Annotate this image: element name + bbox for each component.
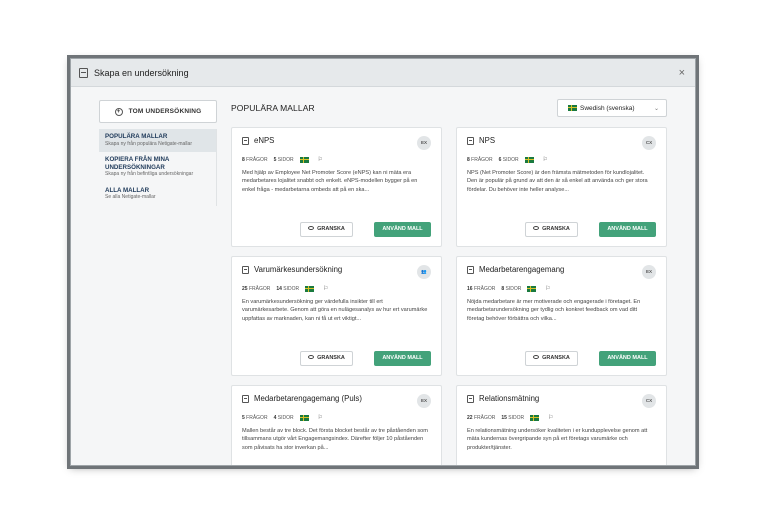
review-button[interactable]: GRANSKA: [300, 351, 353, 366]
question-count: 16: [467, 285, 473, 292]
review-button[interactable]: GRANSKA: [300, 222, 353, 237]
flag-marker-icon: ⚐: [545, 286, 551, 292]
card-title: Relationsmätning: [479, 394, 540, 403]
sidebar-menu: POPULÄRA MALLAR Skapa ny från populära N…: [99, 129, 217, 206]
blank-survey-label: TOM UNDERSÖKNING: [128, 108, 202, 115]
category-badge: CX: [642, 394, 656, 408]
template-card-nps: NPS CX 8 FRÅGOR 6 SIDOR ⚐ NPS (Net Promo…: [456, 127, 667, 247]
page-count: 6: [498, 156, 502, 163]
page-count: 4: [273, 414, 277, 421]
swedish-flag-icon: [530, 414, 540, 421]
modal-body: + TOM UNDERSÖKNING POPULÄRA MALLAR Skapa…: [71, 87, 695, 465]
eye-icon: [308, 354, 315, 359]
eye-icon: [533, 354, 540, 359]
document-icon: [467, 136, 474, 145]
swedish-flag-icon: [568, 105, 577, 111]
document-icon: [242, 394, 249, 403]
page-count: 15: [501, 414, 507, 421]
category-badge: EX: [642, 265, 656, 279]
sidebar-item-subtitle: Skapa ny från populära Netigate-mallar: [105, 140, 192, 147]
document-icon: [467, 265, 474, 274]
card-description: En relationsmätning undersöker kvalitete…: [467, 428, 648, 451]
card-meta: 25 FRÅGOR 14 SIDOR ⚐: [242, 285, 329, 292]
swedish-flag-icon: [299, 414, 309, 421]
document-icon: [467, 394, 474, 403]
swedish-flag-icon: [524, 156, 534, 163]
eye-icon: [533, 225, 540, 230]
card-description: Nöjda medarbetare är mer motiverade och …: [467, 299, 641, 322]
blank-survey-button[interactable]: + TOM UNDERSÖKNING: [99, 100, 217, 123]
use-template-button[interactable]: ANVÄND MALL: [599, 222, 656, 237]
card-title: Varumärkesundersökning: [254, 265, 343, 274]
card-description: Mallen består av tre block. Det första b…: [242, 428, 428, 451]
sidebar-item-all-templates[interactable]: ALLA MALLAR Se alla Netigate-mallar: [99, 183, 216, 206]
page-count: 5: [273, 156, 277, 163]
sidebar-item-title: KOPIERA FRÅN MINA UNDERSÖKNINGAR: [105, 156, 170, 171]
review-button[interactable]: GRANSKA: [525, 351, 578, 366]
card-meta: 22 FRÅGOR 15 SIDOR ⚐: [467, 414, 554, 421]
question-count: 22: [467, 414, 473, 421]
use-template-button[interactable]: ANVÄND MALL: [599, 351, 656, 366]
question-count: 25: [242, 285, 248, 292]
document-icon: [242, 136, 249, 145]
category-badge: CX: [642, 136, 656, 150]
chevron-down-icon: ⌄: [653, 105, 659, 112]
section-title: POPULÄRA MALLAR: [231, 103, 315, 113]
review-button[interactable]: GRANSKA: [525, 222, 578, 237]
sidebar-item-title: POPULÄRA MALLAR: [105, 133, 168, 140]
use-template-button[interactable]: ANVÄND MALL: [374, 351, 431, 366]
sidebar-item-popular-templates[interactable]: POPULÄRA MALLAR Skapa ny från populära N…: [99, 129, 216, 152]
sidebar-item-subtitle: Skapa ny från befintliga undersökningar: [105, 171, 194, 177]
swedish-flag-icon: [527, 285, 537, 292]
category-badge: EX: [417, 394, 431, 408]
flag-marker-icon: ⚐: [548, 415, 554, 421]
card-meta: 8 FRÅGOR 6 SIDOR ⚐: [467, 156, 548, 163]
card-meta: 5 FRÅGOR 4 SIDOR ⚐: [242, 414, 323, 421]
swedish-flag-icon: [305, 285, 315, 292]
card-title: NPS: [479, 136, 496, 145]
sidebar-item-copy-from-my-surveys[interactable]: KOPIERA FRÅN MINA UNDERSÖKNINGAR Skapa n…: [99, 152, 216, 183]
language-select[interactable]: Swedish (svenska) ⌄: [557, 99, 667, 117]
template-card-employee-engagement: Medarbetarengagemang EX 16 FRÅGOR 8 SIDO…: [456, 256, 667, 376]
modal-title: Skapa en undersökning: [94, 67, 189, 78]
page-count: 14: [276, 285, 282, 292]
modal-header: Skapa en undersökning ×: [71, 59, 695, 87]
question-count: 8: [242, 156, 245, 163]
card-title: eNPS: [254, 136, 275, 145]
use-template-button[interactable]: ANVÄND MALL: [374, 222, 431, 237]
card-title: Medarbetarengagemang (Puls): [254, 394, 362, 403]
category-badge: EX: [417, 136, 431, 150]
template-card-relationship-survey: Relationsmätning CX 22 FRÅGOR 15 SIDOR ⚐…: [456, 385, 667, 465]
close-icon[interactable]: ×: [679, 67, 685, 79]
swedish-flag-icon: [299, 156, 309, 163]
document-icon: [242, 265, 249, 274]
page-count: 8: [501, 285, 505, 292]
flag-marker-icon: ⚐: [542, 157, 548, 163]
template-card-enps: eNPS EX 8 FRÅGOR 5 SIDOR ⚐ Med hjälp av …: [231, 127, 442, 247]
card-meta: 16 FRÅGOR 8 SIDOR ⚐: [467, 285, 551, 292]
document-icon: [79, 67, 88, 78]
language-value: Swedish (svenska): [580, 104, 635, 112]
card-description: Med hjälp av Employee Net Promoter Score…: [242, 170, 418, 193]
card-description: En varumärkesundersökning ger värdefulla…: [242, 299, 428, 322]
template-card-brand-survey: Varumärkesundersökning 👥 25 FRÅGOR 14 SI…: [231, 256, 442, 376]
flag-marker-icon: ⚐: [323, 286, 329, 292]
question-count: 8: [467, 156, 470, 163]
card-title: Medarbetarengagemang: [479, 265, 565, 274]
flag-marker-icon: ⚐: [317, 415, 323, 421]
sidebar-item-title: ALLA MALLAR: [105, 186, 150, 194]
category-badge: 👥: [417, 265, 431, 279]
plus-circle-icon: +: [114, 107, 123, 116]
card-meta: 8 FRÅGOR 5 SIDOR ⚐: [242, 156, 323, 163]
card-description: NPS (Net Promoter Score) är den främsta …: [467, 170, 648, 193]
sidebar-item-subtitle: Se alla Netigate-mallar: [105, 194, 156, 200]
eye-icon: [308, 225, 315, 230]
flag-marker-icon: ⚐: [317, 157, 323, 163]
question-count: 5: [242, 414, 245, 421]
create-survey-modal: Skapa en undersökning × + TOM UNDERSÖKNI…: [70, 58, 696, 466]
template-card-employee-engagement-pulse: Medarbetarengagemang (Puls) EX 5 FRÅGOR …: [231, 385, 442, 465]
